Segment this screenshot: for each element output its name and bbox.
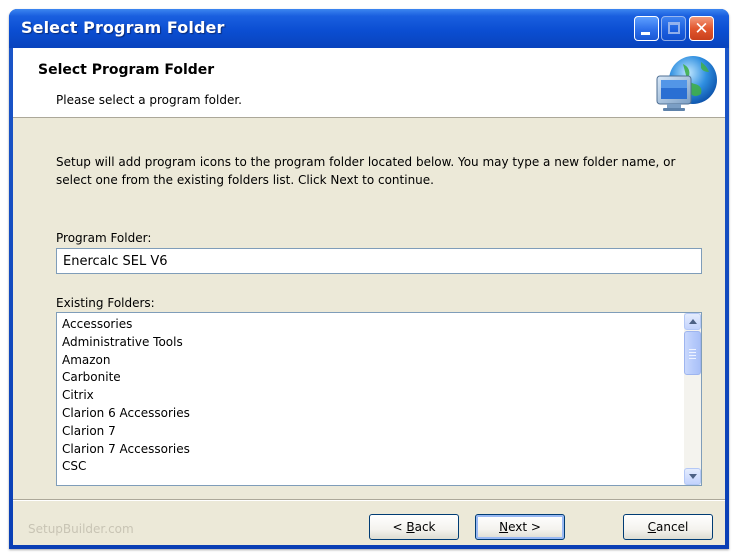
scroll-up-button[interactable] — [684, 313, 701, 330]
computer-globe-icon — [656, 56, 717, 111]
setup-dialog-window: Select Program Folder ✕ Select Program F… — [9, 9, 729, 549]
footer-divider — [13, 499, 725, 501]
minimize-button[interactable] — [634, 16, 659, 41]
scroll-down-button[interactable] — [684, 468, 701, 485]
folder-item-clarion-7-accessories[interactable]: Clarion 7 Accessories — [62, 441, 672, 459]
cancel-button[interactable]: Cancel — [623, 514, 713, 540]
folder-item-administrative-tools[interactable]: Administrative Tools — [62, 334, 672, 352]
folder-item-citrix[interactable]: Citrix — [62, 387, 672, 405]
grip-line — [689, 358, 696, 359]
next-button-accesskey: N — [499, 520, 509, 534]
vertical-scrollbar[interactable] — [684, 313, 701, 485]
grip-line — [689, 352, 696, 353]
grip-line — [689, 349, 696, 350]
program-folder-input[interactable] — [56, 248, 702, 274]
folder-item-accessories[interactable]: Accessories — [62, 316, 672, 334]
dialog-client-area: Select Program Folder Please select a pr… — [13, 48, 725, 545]
back-button-prefix: < — [392, 520, 407, 534]
dialog-header: Select Program Folder Please select a pr… — [13, 48, 725, 118]
folder-items: Accessories Administrative Tools Amazon … — [62, 316, 672, 476]
window-title: Select Program Folder — [21, 18, 225, 37]
close-icon: ✕ — [694, 19, 709, 39]
close-button[interactable]: ✕ — [689, 16, 714, 41]
maximize-button — [661, 16, 686, 41]
back-button[interactable]: < Back — [369, 514, 459, 540]
brand-text: SetupBuilder.com — [28, 522, 134, 536]
cancel-button-accesskey: C — [647, 520, 657, 534]
header-subtitle: Please select a program folder. — [56, 93, 242, 107]
maximize-icon — [668, 22, 680, 34]
folder-item-clarion-7[interactable]: Clarion 7 — [62, 423, 672, 441]
next-button-rest: ext > — [508, 520, 541, 534]
existing-folders-list[interactable]: Accessories Administrative Tools Amazon … — [56, 312, 702, 486]
folder-item-carbonite[interactable]: Carbonite — [62, 369, 672, 387]
next-button[interactable]: Next > — [475, 514, 565, 540]
back-button-accesskey: B — [406, 520, 415, 534]
instructions-text: Setup will add program icons to the prog… — [56, 155, 676, 187]
cancel-button-rest: ancel — [656, 520, 689, 534]
chevron-up-icon — [689, 319, 697, 324]
back-button-rest: ack — [414, 520, 436, 534]
folder-item-clarion-6-accessories[interactable]: Clarion 6 Accessories — [62, 405, 672, 423]
existing-folders-label: Existing Folders: — [56, 296, 155, 310]
title-bar[interactable]: Select Program Folder ✕ — [9, 9, 729, 48]
folder-item-csc[interactable]: CSC — [62, 458, 672, 476]
grip-line — [689, 355, 696, 356]
chevron-down-icon — [689, 474, 697, 479]
minimize-icon — [641, 32, 650, 35]
folder-item-amazon[interactable]: Amazon — [62, 352, 672, 370]
header-title: Select Program Folder — [38, 62, 215, 78]
scroll-thumb[interactable] — [684, 331, 701, 375]
program-folder-label: Program Folder: — [56, 231, 152, 245]
